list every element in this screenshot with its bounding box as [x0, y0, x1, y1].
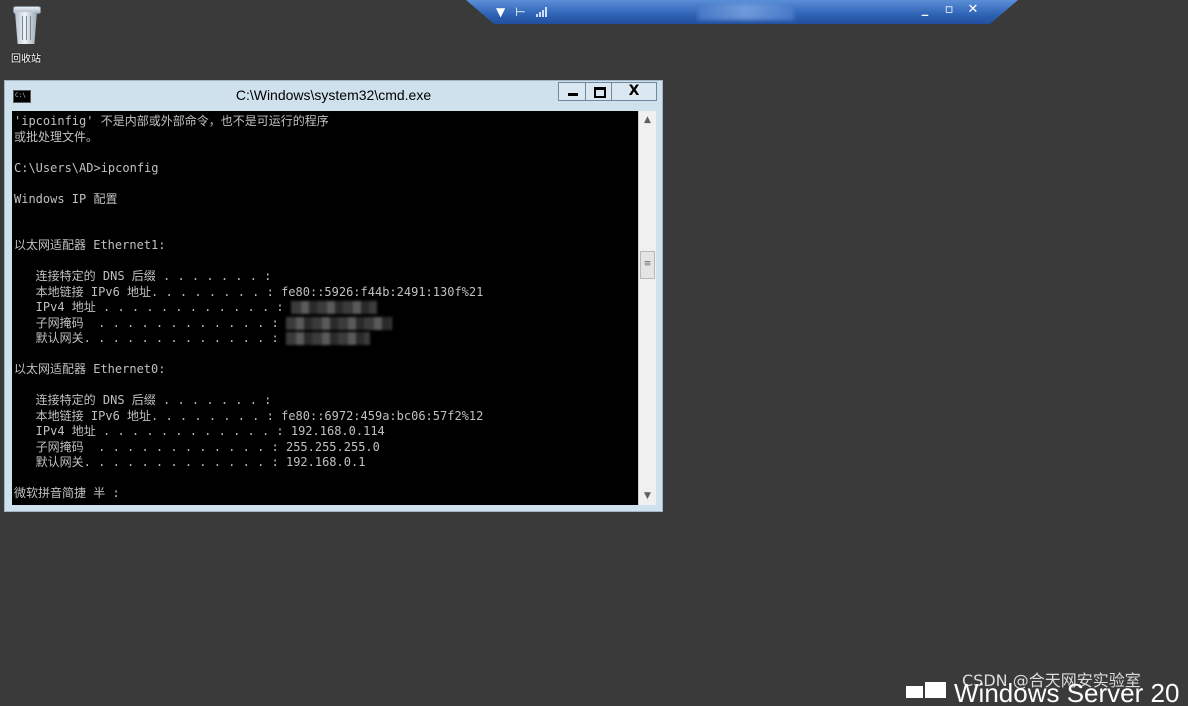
- console-output[interactable]: 'ipcoinfig' 不是内部或外部命令，也不是可运行的程序 或批处理文件。 …: [12, 111, 638, 505]
- scroll-down-icon[interactable]: ▼: [641, 489, 654, 503]
- console-line: 以太网适配器 Ethernet1:: [14, 238, 166, 252]
- console-line: Windows IP 配置: [14, 191, 118, 206]
- console-line: 本地链接 IPv6 地址. . . . . . . . : fe80::6972…: [14, 408, 484, 423]
- minimize-button[interactable]: [558, 82, 585, 101]
- console-line: 本地链接 IPv6 地址. . . . . . . . : fe80::5926…: [14, 284, 484, 299]
- console-line: 默认网关. . . . . . . . . . . . . :: [14, 331, 286, 345]
- console-line: IPv4 地址 . . . . . . . . . . . . : 192.16…: [14, 424, 385, 438]
- redacted-ipv4: [290, 301, 377, 314]
- console-line: 或批处理文件。: [14, 129, 99, 144]
- vertical-scrollbar[interactable]: ▲ ≡ ▼: [638, 111, 656, 505]
- pin-icon[interactable]: ⊢: [515, 5, 525, 19]
- console-line: C:\Users\AD>ipconfig: [14, 160, 159, 175]
- recycle-bin-shortcut[interactable]: 回收站: [4, 4, 48, 65]
- redacted-gateway: [285, 332, 370, 345]
- console-line: 连接特定的 DNS 后缀 . . . . . . . :: [14, 269, 272, 283]
- console-line: 子网掩码 . . . . . . . . . . . . : 255.255.2…: [14, 439, 380, 454]
- scroll-up-icon[interactable]: ▲: [641, 113, 654, 127]
- rdp-window-controls: _ ▫ ✕: [918, 1, 980, 19]
- rdp-restore-button[interactable]: ▫: [942, 1, 956, 19]
- rdp-close-button[interactable]: ✕: [966, 1, 980, 19]
- remote-desktop-bar: ▼ ⊢ _ ▫ ✕: [466, 0, 1018, 24]
- close-button[interactable]: X: [612, 82, 657, 101]
- console-line: 子网掩码 . . . . . . . . . . . . :: [14, 315, 286, 330]
- windows-logo-icon: [906, 682, 946, 698]
- rdp-minimize-button[interactable]: _: [918, 1, 932, 19]
- recycle-bin-label: 回收站: [11, 54, 41, 65]
- console-text: 'ipcoinfig' 不是内部或外部命令，也不是可运行的程序 或批处理文件。 …: [12, 111, 638, 502]
- console-line: 'ipcoinfig' 不是内部或外部命令，也不是可运行的程序: [14, 114, 329, 128]
- dropdown-icon[interactable]: ▼: [496, 5, 505, 19]
- windows-server-brand: Windows Server 20: [954, 680, 1180, 706]
- rdp-left-controls: ▼ ⊢: [496, 3, 547, 21]
- rdp-title-blurred: [698, 4, 794, 20]
- console-line: 连接特定的 DNS 后缀 . . . . . . . :: [14, 393, 272, 407]
- ime-status-line: 微软拼音简捷 半 :: [14, 486, 120, 500]
- recycle-bin-icon: [11, 4, 41, 46]
- redacted-subnet: [285, 316, 392, 330]
- signal-icon: [536, 7, 547, 17]
- console-line: 以太网适配器 Ethernet0:: [14, 362, 166, 376]
- cmd-window[interactable]: C:\ C:\Windows\system32\cmd.exe X 'ipcoi…: [4, 80, 663, 512]
- maximize-button[interactable]: [585, 82, 612, 101]
- cmd-titlebar[interactable]: C:\ C:\Windows\system32\cmd.exe X: [5, 81, 662, 111]
- console-line: 默认网关. . . . . . . . . . . . . : 192.168.…: [14, 455, 366, 469]
- scroll-thumb[interactable]: ≡: [640, 251, 655, 279]
- console-line: IPv4 地址 . . . . . . . . . . . . :: [14, 300, 291, 314]
